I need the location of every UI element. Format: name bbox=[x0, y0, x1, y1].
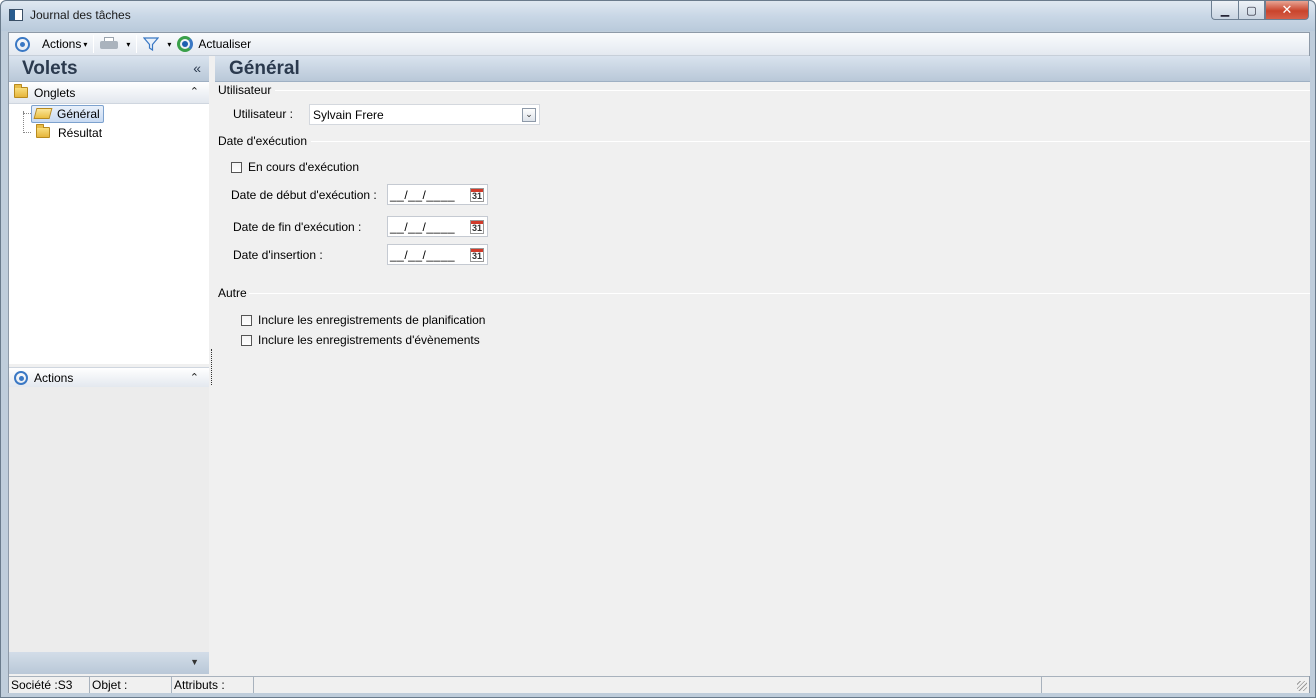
volets-title: Volets bbox=[22, 58, 78, 79]
toolbar: Actions ▾ ▾ ▾ Actualiser bbox=[9, 33, 1309, 56]
include-planning-label: Inclure les enregistrements de planifica… bbox=[258, 313, 486, 327]
toolbar-separator bbox=[136, 35, 138, 53]
printer-icon bbox=[100, 37, 119, 51]
calendar-icon[interactable]: 31 bbox=[470, 247, 484, 262]
funnel-icon bbox=[143, 37, 160, 52]
include-planning-checkbox[interactable] bbox=[241, 314, 252, 326]
app-window: Journal des tâches ▁ ▢ ✕ Actions ▾ ▾ ▾ A… bbox=[0, 0, 1316, 698]
close-button[interactable]: ✕ bbox=[1265, 1, 1309, 20]
chevron-up-icon[interactable]: ⌃ bbox=[190, 371, 199, 384]
chevron-down-icon[interactable]: ▾ bbox=[167, 40, 171, 49]
tree-item-label: Résultat bbox=[58, 125, 103, 140]
volets-header: Volets « bbox=[9, 56, 209, 82]
status-empty bbox=[254, 677, 1042, 693]
section-divider bbox=[249, 293, 1310, 294]
left-pane: Volets « Onglets ⌃ Général Résultat Acti… bbox=[9, 56, 209, 676]
actions-menu-button[interactable]: Actions ▾ bbox=[39, 34, 90, 54]
folder-icon bbox=[14, 84, 28, 98]
actions-ring-icon bbox=[15, 36, 30, 52]
onglets-group-header[interactable]: Onglets ⌃ bbox=[9, 82, 209, 104]
utilisateur-section-title: Utilisateur bbox=[218, 83, 274, 97]
date-insertion-label: Date d'insertion : bbox=[233, 248, 323, 262]
tree-item-label: Général bbox=[57, 106, 100, 121]
onglets-tree: Général Résultat bbox=[9, 104, 209, 364]
actions-group-header[interactable]: Actions ⌃ bbox=[9, 367, 209, 389]
utilisateur-label: Utilisateur : bbox=[233, 107, 294, 121]
actions-menu-label: Actions bbox=[42, 37, 82, 51]
status-societe: Société :S3 bbox=[9, 677, 90, 693]
window-controls: ▁ ▢ ✕ bbox=[1211, 1, 1309, 21]
en-cours-checkbox[interactable] bbox=[231, 161, 242, 173]
status-empty bbox=[1042, 677, 1302, 693]
date-debut-value: __/__/____ bbox=[390, 187, 456, 202]
maximize-button[interactable]: ▢ bbox=[1238, 1, 1265, 20]
vertical-splitter[interactable] bbox=[211, 349, 212, 385]
actions-group-label: Actions bbox=[34, 371, 74, 385]
date-execution-section-title: Date d'exécution bbox=[218, 134, 310, 148]
utilisateur-select[interactable]: Sylvain Frere ⌄ bbox=[309, 104, 540, 125]
tree-item-general[interactable]: Général bbox=[23, 104, 104, 123]
actions-panel bbox=[9, 387, 209, 657]
app-window-icon bbox=[9, 9, 23, 21]
status-attributs: Attributs : bbox=[172, 677, 254, 693]
include-events-checkbox[interactable] bbox=[241, 334, 252, 346]
client-area: Actions ▾ ▾ ▾ Actualiser Volets « Onglet… bbox=[8, 32, 1310, 693]
page-title: Général bbox=[229, 58, 300, 79]
date-fin-value: __/__/____ bbox=[390, 219, 456, 234]
collapse-pane-icon[interactable]: « bbox=[193, 60, 201, 76]
open-folder-icon bbox=[33, 108, 53, 119]
date-debut-label: Date de début d'exécution : bbox=[231, 188, 377, 202]
en-cours-checkbox-row[interactable]: En cours d'exécution bbox=[231, 160, 359, 174]
toolbar-separator bbox=[93, 35, 95, 53]
chevron-down-icon[interactable]: ⌄ bbox=[522, 107, 536, 122]
refresh-label: Actualiser bbox=[198, 37, 252, 51]
pane-footer: ▼ bbox=[9, 652, 209, 674]
date-insertion-input[interactable]: __/__/____ 31 bbox=[387, 244, 488, 265]
tree-item-resultat[interactable]: Résultat bbox=[23, 124, 105, 141]
actions-icon-button[interactable] bbox=[12, 34, 33, 54]
include-events-checkbox-row[interactable]: Inclure les enregistrements d'évènements bbox=[241, 333, 480, 347]
date-insertion-value: __/__/____ bbox=[390, 247, 456, 262]
onglets-label: Onglets bbox=[34, 85, 76, 100]
chevron-down-icon: ▾ bbox=[83, 39, 88, 49]
section-divider bbox=[275, 90, 1310, 91]
section-divider bbox=[311, 141, 1310, 142]
status-bar: Société :S3 Objet : Attributs : bbox=[9, 676, 1309, 693]
title-bar[interactable]: Journal des tâches ▁ ▢ ✕ bbox=[1, 1, 1315, 31]
utilisateur-value: Sylvain Frere bbox=[313, 107, 384, 122]
window-title: Journal des tâches bbox=[30, 8, 131, 22]
chevron-up-icon[interactable]: ⌃ bbox=[190, 85, 199, 98]
print-button[interactable]: ▾ bbox=[97, 34, 133, 54]
calendar-icon[interactable]: 31 bbox=[470, 187, 484, 202]
resize-grip-icon[interactable] bbox=[1297, 681, 1307, 691]
filter-button[interactable]: ▾ bbox=[140, 34, 174, 54]
date-debut-input[interactable]: __/__/____ 31 bbox=[387, 184, 488, 205]
refresh-icon bbox=[177, 36, 194, 52]
status-objet: Objet : bbox=[90, 677, 172, 693]
en-cours-label: En cours d'exécution bbox=[248, 160, 360, 174]
minimize-button[interactable]: ▁ bbox=[1211, 1, 1238, 20]
refresh-button[interactable]: Actualiser bbox=[174, 34, 254, 54]
chevron-down-icon[interactable]: ▼ bbox=[190, 657, 199, 667]
date-fin-label: Date de fin d'exécution : bbox=[233, 220, 362, 234]
date-fin-input[interactable]: __/__/____ 31 bbox=[387, 216, 488, 237]
chevron-down-icon[interactable]: ▾ bbox=[126, 40, 130, 49]
include-planning-checkbox-row[interactable]: Inclure les enregistrements de planifica… bbox=[241, 313, 485, 327]
include-events-label: Inclure les enregistrements d'évènements bbox=[258, 333, 480, 347]
actions-ring-icon bbox=[14, 371, 28, 385]
general-header: Général bbox=[215, 56, 1310, 82]
main-panel: Général Utilisateur Utilisateur : Sylvai… bbox=[215, 56, 1310, 676]
calendar-icon[interactable]: 31 bbox=[470, 219, 484, 234]
folder-icon bbox=[36, 124, 50, 138]
autre-section-title: Autre bbox=[218, 286, 249, 300]
